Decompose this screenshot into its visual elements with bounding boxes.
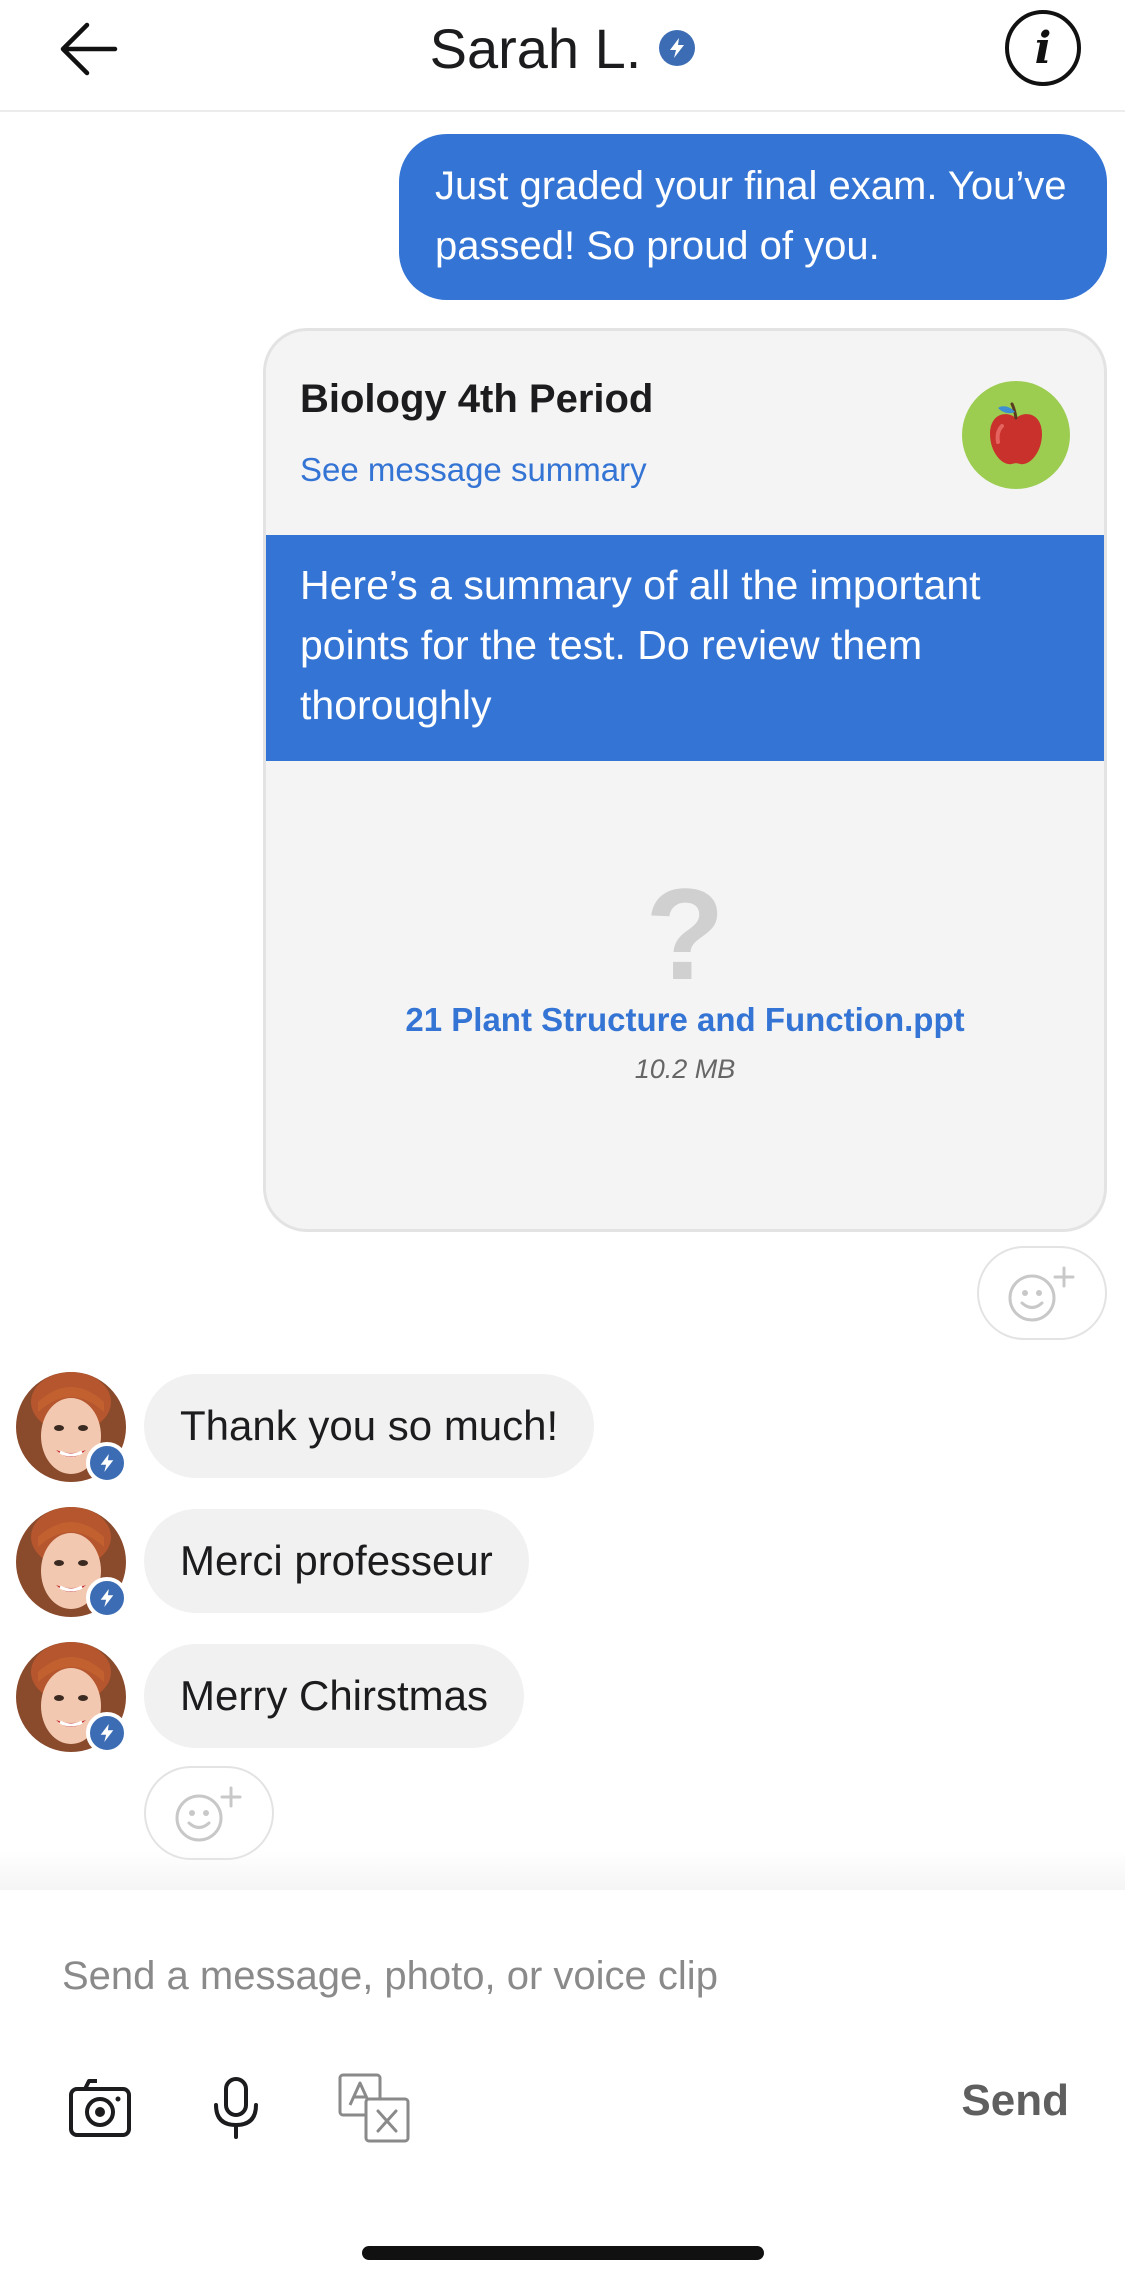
outgoing-message-text: Just graded your final exam. You’ve pass… <box>435 164 1067 268</box>
add-reaction-icon <box>175 1786 242 1842</box>
verified-badge-icon <box>86 1577 128 1619</box>
file-size: 10.2 MB <box>634 1054 736 1084</box>
see-message-summary-link[interactable]: See message summary <box>300 451 647 489</box>
incoming-message-bubble[interactable]: Merry Chirstmas <box>144 1644 525 1748</box>
camera-button[interactable] <box>60 2068 140 2148</box>
incoming-message-bubble[interactable]: Thank you so much! <box>144 1374 595 1478</box>
unknown-file-icon: ? <box>645 861 725 1007</box>
translate-icon <box>338 2073 410 2143</box>
info-icon: i <box>1034 22 1052 74</box>
verified-badge-icon <box>86 1442 128 1484</box>
verified-badge-icon <box>86 1712 128 1754</box>
verified-badge-icon <box>659 30 696 66</box>
incoming-message-bubble[interactable]: Merci professeur <box>144 1509 529 1613</box>
camera-icon <box>69 2079 131 2137</box>
file-name-link[interactable]: 21 Plant Structure and Function.ppt <box>266 1001 1104 1039</box>
class-message-card[interactable]: Biology 4th Period See message summary H… <box>263 328 1107 1232</box>
apple-icon <box>990 402 1042 465</box>
file-attachment[interactable]: ? 21 Plant Structure and Function.ppt 10… <box>266 761 1104 1229</box>
class-name: Biology 4th Period <box>300 377 654 421</box>
add-reaction-button[interactable] <box>977 1246 1107 1340</box>
home-indicator[interactable] <box>362 2246 764 2260</box>
chat-header: Sarah L. i <box>0 0 1125 112</box>
composer-divider <box>0 1850 1125 1890</box>
info-button[interactable]: i <box>1005 10 1081 86</box>
outgoing-message-bubble[interactable]: Just graded your final exam. You’ve pass… <box>399 134 1107 300</box>
class-message-text: Here’s a summary of all the important po… <box>266 535 1104 761</box>
translate-button[interactable] <box>334 2068 414 2148</box>
send-button[interactable]: Send <box>961 2076 1069 2126</box>
contact-title[interactable]: Sarah L. <box>0 8 1125 88</box>
contact-name: Sarah L. <box>429 16 642 80</box>
class-avatar <box>962 381 1070 489</box>
voice-clip-button[interactable] <box>196 2068 276 2148</box>
microphone-icon <box>214 2077 258 2139</box>
message-input[interactable] <box>62 1946 962 2006</box>
message-composer: Send <box>0 1890 1125 2284</box>
add-reaction-icon <box>1008 1266 1075 1322</box>
add-reaction-button[interactable] <box>144 1766 274 1860</box>
